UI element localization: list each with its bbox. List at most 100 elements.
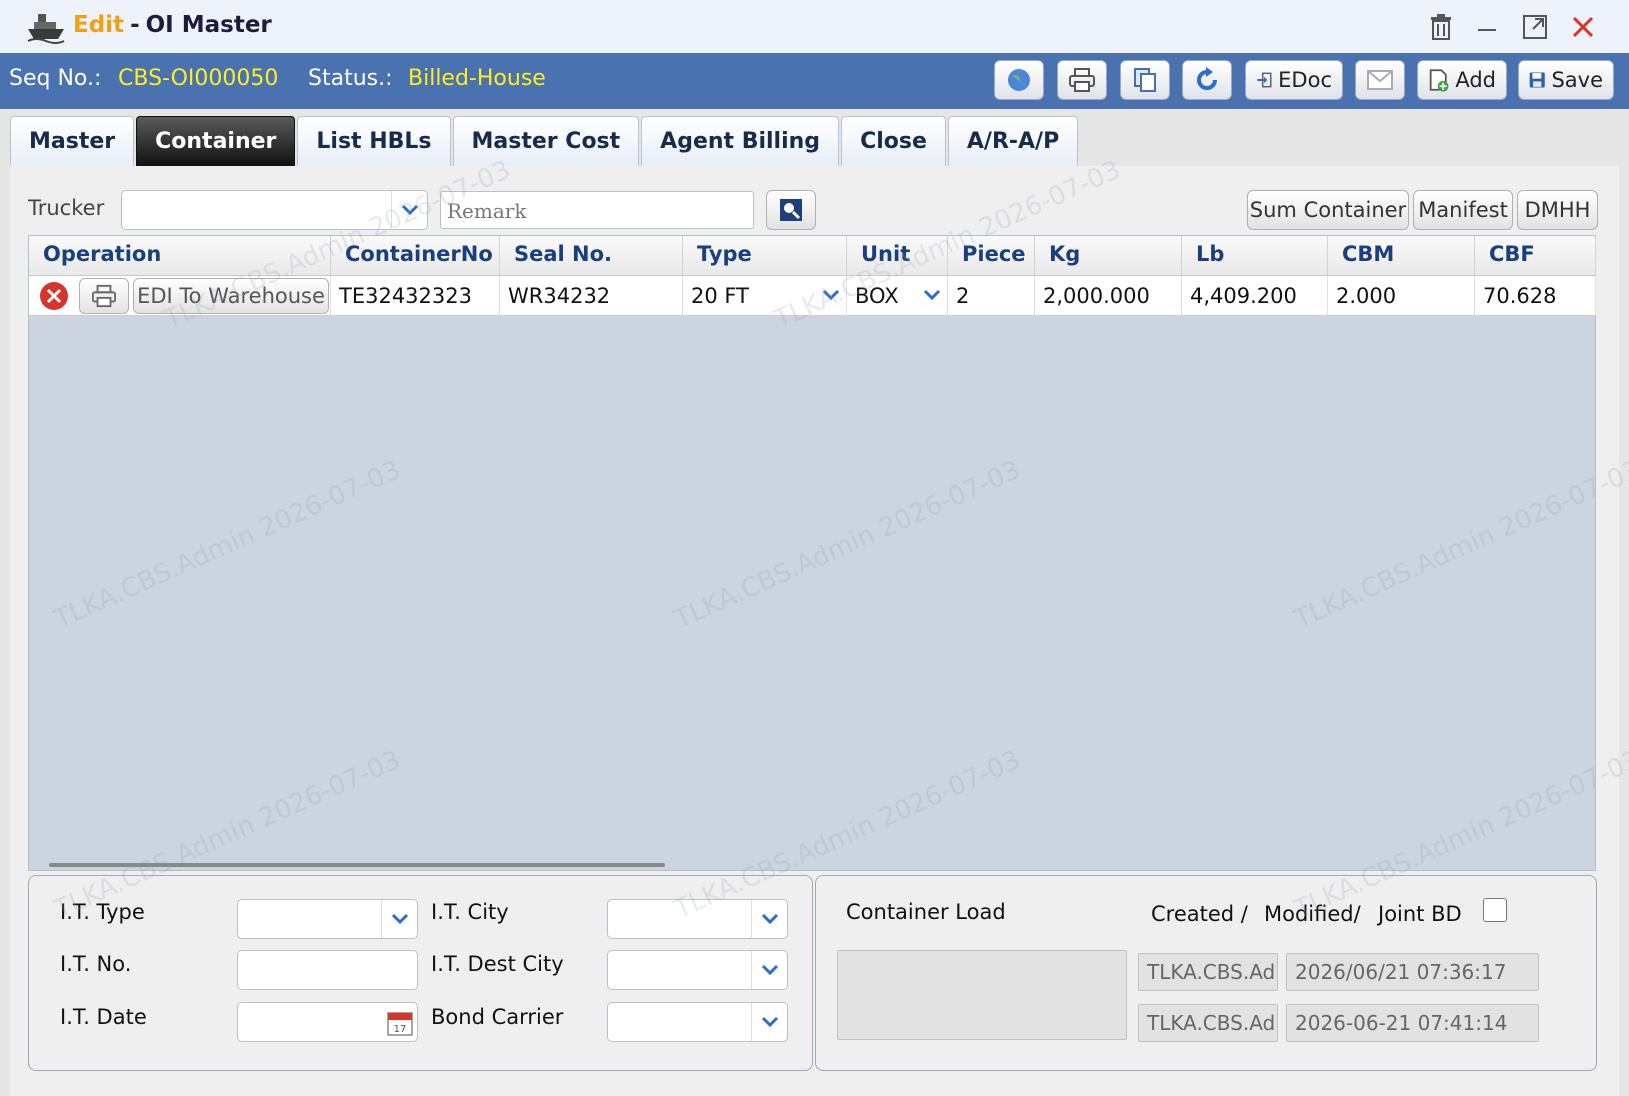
tab-master[interactable]: Master bbox=[10, 116, 135, 166]
save-button[interactable]: Save bbox=[1518, 60, 1614, 100]
remark-input[interactable]: Remark bbox=[440, 191, 754, 229]
it-no-label: I.T. No. bbox=[60, 952, 132, 976]
created-by-field: TLKA.CBS.Ad bbox=[1138, 953, 1278, 991]
it-dest-city-select[interactable] bbox=[607, 950, 788, 990]
horizontal-scrollbar[interactable] bbox=[49, 863, 665, 867]
chevron-down-icon[interactable] bbox=[822, 289, 840, 301]
save-label: Save bbox=[1551, 68, 1603, 92]
add-button[interactable]: Add bbox=[1417, 60, 1507, 100]
it-no-input[interactable] bbox=[237, 950, 418, 990]
copy-button[interactable] bbox=[1120, 60, 1170, 100]
it-city-label: I.T. City bbox=[431, 900, 509, 924]
it-type-dropdown-arrow[interactable] bbox=[381, 900, 417, 938]
printer-icon bbox=[92, 284, 116, 308]
it-type-select[interactable] bbox=[237, 899, 418, 939]
maximize-button[interactable] bbox=[1518, 10, 1552, 44]
delete-row-icon[interactable] bbox=[39, 281, 69, 311]
title-name: OI Master bbox=[145, 12, 272, 38]
close-window-button[interactable] bbox=[1566, 10, 1600, 44]
print-button[interactable] bbox=[1057, 60, 1107, 100]
svg-text:17: 17 bbox=[394, 1024, 407, 1035]
lb-cell[interactable]: 4,409.200 bbox=[1182, 276, 1328, 316]
container-load-box[interactable] bbox=[837, 950, 1127, 1040]
tab-container[interactable]: Container bbox=[136, 116, 296, 166]
seq-label: Seq No.: bbox=[9, 66, 102, 91]
it-city-select[interactable] bbox=[607, 899, 788, 939]
status-value: Billed-House bbox=[408, 66, 546, 91]
refresh-button[interactable] bbox=[1182, 60, 1232, 100]
chevron-down-icon bbox=[761, 964, 778, 976]
minimize-button[interactable] bbox=[1470, 10, 1504, 44]
chevron-down-icon[interactable] bbox=[923, 289, 941, 301]
tab-master-cost[interactable]: Master Cost bbox=[452, 116, 640, 166]
delete-window-button[interactable] bbox=[1424, 10, 1458, 44]
bond-carrier-dropdown-arrow[interactable] bbox=[751, 1003, 787, 1041]
add-label: Add bbox=[1455, 68, 1496, 92]
cbm-cell[interactable]: 2.000 bbox=[1328, 276, 1475, 316]
unit-cell[interactable]: BOX bbox=[847, 276, 948, 316]
it-type-label: I.T. Type bbox=[60, 900, 145, 924]
col-operation[interactable]: Operation bbox=[29, 236, 331, 276]
chevron-down-icon bbox=[401, 204, 418, 216]
trucker-select[interactable] bbox=[121, 190, 428, 230]
edi-to-warehouse-button[interactable]: EDI To Warehouse bbox=[133, 278, 329, 314]
save-icon bbox=[1529, 72, 1545, 88]
record-header: Seq No.: CBS-OI000050 Status.: Billed-Ho… bbox=[0, 53, 1629, 109]
it-city-dropdown-arrow[interactable] bbox=[751, 900, 787, 938]
joint-bd-label: Joint BD bbox=[1378, 902, 1462, 926]
chevron-down-icon bbox=[761, 913, 778, 925]
col-lb[interactable]: Lb bbox=[1182, 236, 1328, 276]
col-kg[interactable]: Kg bbox=[1035, 236, 1182, 276]
col-seal-no[interactable]: Seal No. bbox=[500, 236, 683, 276]
cbf-cell[interactable]: 70.628 bbox=[1475, 276, 1596, 316]
sum-container-button[interactable]: Sum Container bbox=[1247, 190, 1409, 230]
print-row-button[interactable] bbox=[79, 278, 129, 314]
col-container-no[interactable]: ContainerNo bbox=[331, 236, 500, 276]
dmhh-button[interactable]: DMHH bbox=[1517, 190, 1598, 230]
modified-label: Modified/ bbox=[1264, 902, 1361, 926]
piece-cell[interactable]: 2 bbox=[948, 276, 1035, 316]
modified-at-field: 2026-06-21 07:41:14 bbox=[1286, 1004, 1539, 1042]
created-at-field: 2026/06/21 07:36:17 bbox=[1286, 953, 1539, 991]
bond-carrier-label: Bond Carrier bbox=[431, 1005, 564, 1029]
tab-list-hbls[interactable]: List HBLs bbox=[297, 116, 451, 166]
manifest-button[interactable]: Manifest bbox=[1413, 190, 1513, 230]
minimize-icon bbox=[1478, 29, 1496, 31]
container-grid: Operation ContainerNo Seal No. Type Unit… bbox=[28, 235, 1596, 871]
window-title: Edit - OI Master bbox=[73, 12, 272, 38]
created-label: Created / bbox=[1151, 902, 1248, 926]
tab-agent-billing[interactable]: Agent Billing bbox=[641, 116, 840, 166]
ship-icon bbox=[27, 14, 65, 44]
tab-close[interactable]: Close bbox=[841, 116, 946, 166]
bond-carrier-select[interactable] bbox=[607, 1002, 788, 1042]
col-cbf[interactable]: CBF bbox=[1475, 236, 1596, 276]
unit-value: BOX bbox=[855, 284, 899, 308]
trucker-dropdown-arrow[interactable] bbox=[391, 191, 427, 229]
col-unit[interactable]: Unit bbox=[847, 236, 948, 276]
edoc-button[interactable]: EDoc bbox=[1245, 60, 1343, 100]
trash-icon bbox=[1431, 14, 1451, 40]
globe-button[interactable] bbox=[994, 60, 1044, 100]
modified-by-field: TLKA.CBS.Ad bbox=[1138, 1004, 1278, 1042]
table-row[interactable]: EDI To Warehouse TE32432323 WR34232 20 F… bbox=[29, 276, 1596, 316]
col-type[interactable]: Type bbox=[683, 236, 847, 276]
seal-no-cell[interactable]: WR34232 bbox=[500, 276, 683, 316]
it-date-input[interactable]: 17 bbox=[237, 1002, 418, 1042]
col-piece[interactable]: Piece bbox=[948, 236, 1035, 276]
search-button[interactable] bbox=[766, 190, 816, 230]
search-icon bbox=[780, 199, 802, 221]
title-mode: Edit bbox=[73, 12, 125, 38]
printer-icon bbox=[1069, 68, 1095, 92]
grid-header: Operation ContainerNo Seal No. Type Unit… bbox=[29, 236, 1596, 276]
it-dest-city-dropdown-arrow[interactable] bbox=[751, 951, 787, 989]
col-cbm[interactable]: CBM bbox=[1328, 236, 1475, 276]
type-cell[interactable]: 20 FT bbox=[683, 276, 847, 316]
joint-bd-checkbox[interactable] bbox=[1483, 898, 1507, 922]
calendar-icon[interactable]: 17 bbox=[387, 1010, 413, 1036]
container-no-cell[interactable]: TE32432323 bbox=[331, 276, 500, 316]
it-dest-city-label: I.T. Dest City bbox=[431, 952, 564, 976]
kg-cell[interactable]: 2,000.000 bbox=[1035, 276, 1182, 316]
tab-ar-ap[interactable]: A/R-A/P bbox=[947, 116, 1079, 166]
copy-icon bbox=[1134, 68, 1156, 92]
email-button[interactable] bbox=[1355, 60, 1405, 100]
